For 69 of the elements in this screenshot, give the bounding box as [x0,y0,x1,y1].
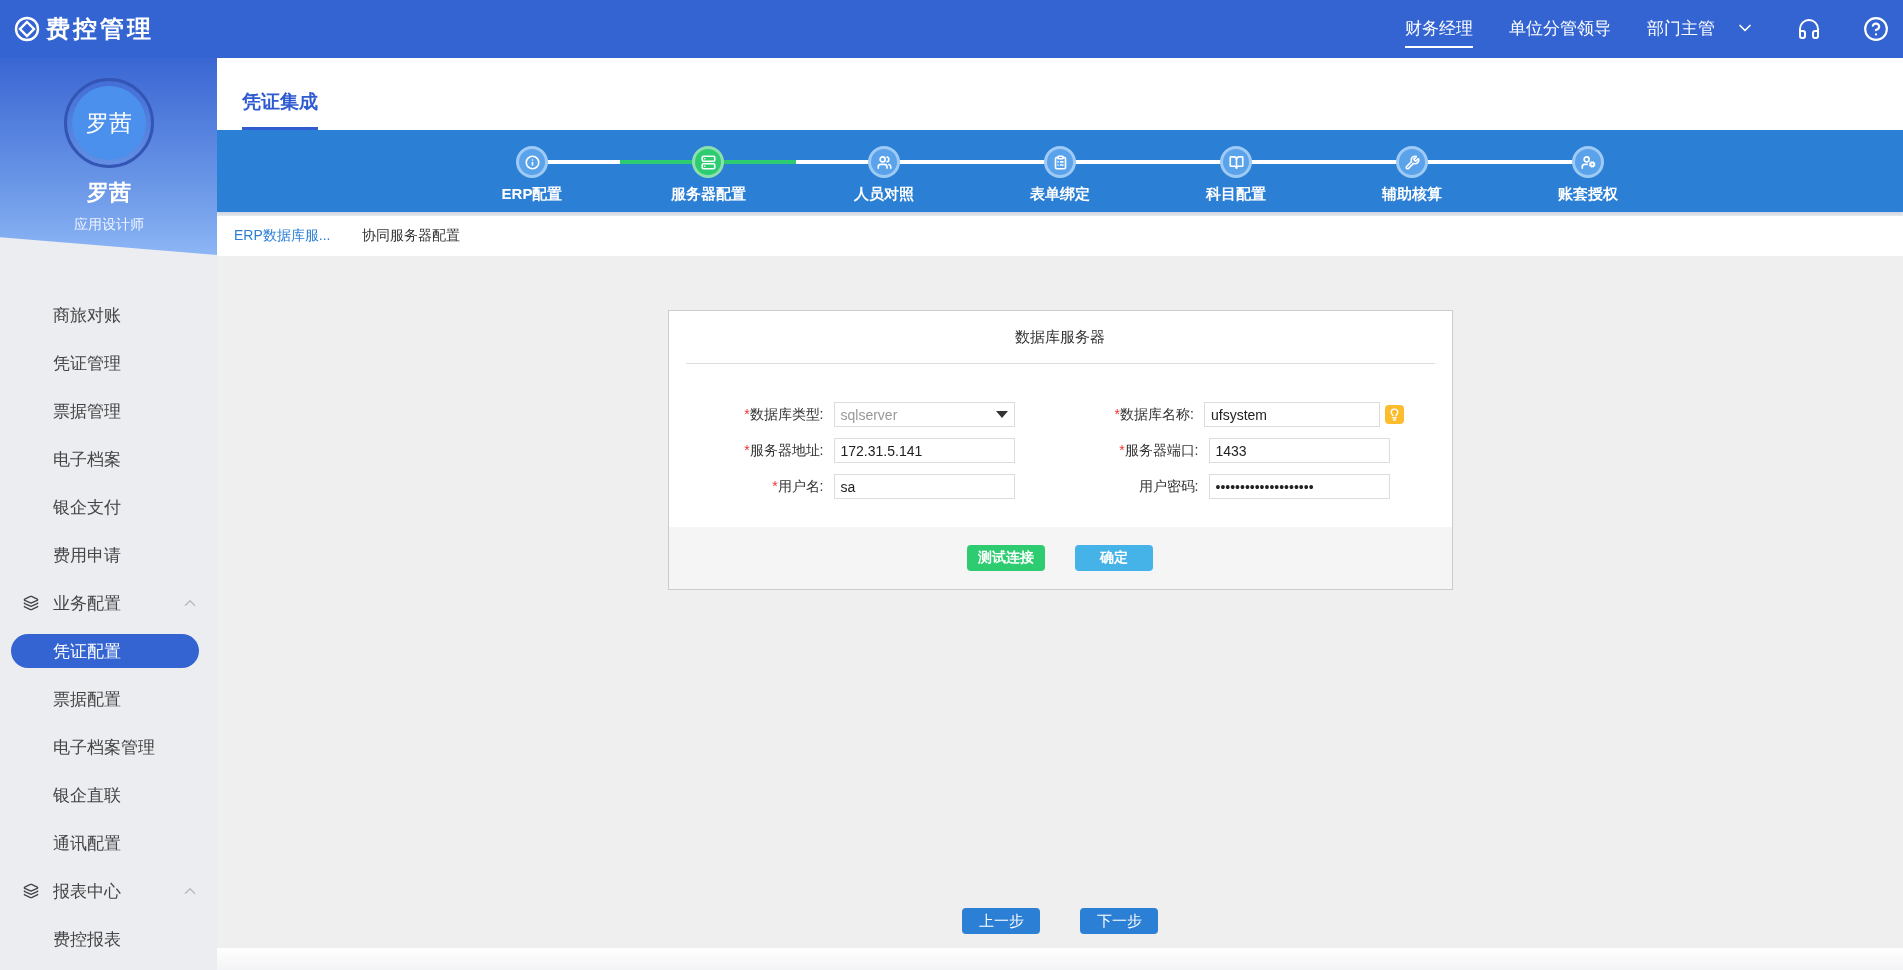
field-label: *服务器地址: [743,441,825,460]
role-tab[interactable]: 财务经理 [1405,10,1473,48]
step-marker[interactable] [1572,146,1604,178]
field-label: *数据库名称: [1113,405,1195,424]
menu-item[interactable]: 费控报表 [11,922,199,956]
required-mark: * [772,477,778,494]
user-gear-icon [1580,154,1596,170]
clipboard-icon [1052,154,1068,170]
menu-item[interactable]: 票据配置 [11,682,199,716]
field-label: *服务器端口: [1118,441,1200,460]
role-tab[interactable]: 单位分管领导 [1509,10,1611,48]
input-field[interactable]: ufsystem [1203,402,1381,427]
step-label: 表单绑定 [1030,185,1090,204]
required-mark: * [744,441,750,458]
step-label: 人员对照 [854,185,914,204]
menu-item[interactable]: 凭证配置 [11,634,199,668]
user-name: 罗茜 [86,179,131,207]
wrench-icon [1404,154,1420,170]
avatar: 罗茜 [71,86,146,160]
info-icon [524,154,540,170]
input-field[interactable]: 172.31.5.141 [833,438,1015,463]
caret-icon [995,411,1008,418]
menu-item[interactable]: 票据管理 [11,394,199,428]
step-marker[interactable] [868,146,900,178]
field-label: *数据库类型: [743,405,825,424]
menu-item[interactable]: 费用申请 [11,538,199,572]
required-mark: * [1114,405,1121,422]
book-icon [1228,154,1244,170]
step-label: 服务器配置 [670,185,746,204]
app-title: 费控管理 [46,14,154,44]
step-marker[interactable] [1044,146,1076,178]
step-nav-button[interactable]: 上一步 [962,908,1040,934]
step-label: 账套授权 [1558,185,1618,204]
layers-icon [23,595,39,611]
input-field[interactable]: sa [833,474,1015,499]
step-marker[interactable] [1220,146,1252,178]
step-label: 科目配置 [1206,185,1266,204]
sub-tab[interactable]: 协同服务器配置 [362,227,461,245]
sub-tab[interactable]: ERP数据库服... [234,227,331,245]
users-icon [876,154,892,170]
menu-item[interactable]: 银企直联 [11,778,199,812]
menu-group[interactable]: 业务配置 [11,586,199,620]
menu-item[interactable]: 银企支付 [11,490,199,524]
field-label: *用户名: [771,477,825,496]
required-mark: * [1119,441,1125,458]
step-nav-button[interactable]: 下一步 [1080,908,1158,934]
server-icon [700,154,716,170]
menu-group[interactable]: 报表中心 [11,874,199,908]
menu-item[interactable]: 电子档案管理 [11,730,199,764]
card-title: 数据库服务器 [685,311,1435,364]
menu-item[interactable]: 凭证管理 [11,346,199,380]
step-marker[interactable] [692,146,724,178]
user-role: 应用设计师 [73,216,144,234]
step-marker[interactable] [516,146,548,178]
field-label: 用户密码: [1137,477,1200,496]
menu-item[interactable]: 商旅对账 [11,298,199,332]
required-mark: * [744,405,750,422]
logo-icon [14,16,40,42]
menu-item[interactable]: 通讯配置 [11,826,199,860]
layers-icon [23,883,39,899]
input-field[interactable]: •••••••••••••••••••• [1208,474,1390,499]
headset-icon[interactable] [1797,17,1821,41]
step-label: ERP配置 [501,185,563,204]
role-tab[interactable]: 部门主管 [1647,10,1755,48]
step-label: 辅助核算 [1382,185,1442,204]
step-marker[interactable] [1396,146,1428,178]
input-field[interactable]: 1433 [1208,438,1390,463]
menu-item[interactable]: 电子档案 [11,442,199,476]
help-icon[interactable] [1863,16,1889,42]
